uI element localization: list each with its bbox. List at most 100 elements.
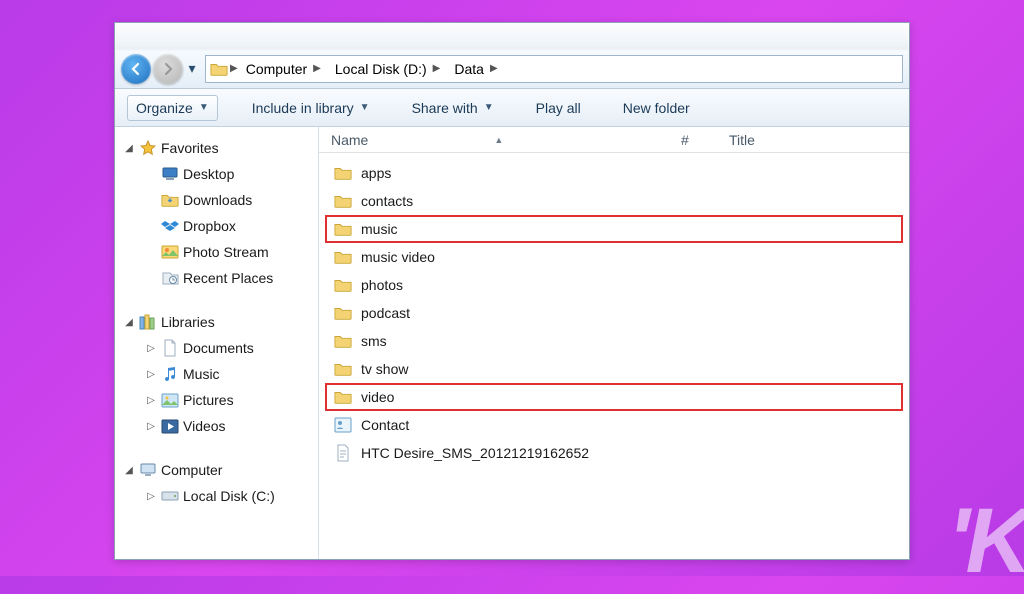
sidebar-item-music[interactable]: ▷Music	[115, 361, 318, 387]
file-item-photos[interactable]: photos	[325, 271, 903, 299]
dropbox-icon	[161, 217, 179, 235]
file-name: music	[361, 221, 398, 237]
file-name: podcast	[361, 305, 410, 321]
include-in-library-button[interactable]: Include in library ▼	[244, 96, 378, 120]
breadcrumb-segment[interactable]: Computer ▶	[240, 56, 327, 82]
share-with-button[interactable]: Share with ▼	[404, 96, 502, 120]
file-item-video[interactable]: video	[325, 383, 903, 411]
file-item-htc-desire-sms-20121219162652[interactable]: HTC Desire_SMS_20121219162652	[325, 439, 903, 467]
sidebar-item-documents[interactable]: ▷ Documents	[115, 335, 318, 361]
folder-icon	[333, 332, 353, 350]
include-label: Include in library	[252, 100, 354, 116]
file-name: sms	[361, 333, 387, 349]
organize-button[interactable]: Organize ▼	[127, 95, 218, 121]
file-item-contact[interactable]: Contact	[325, 411, 903, 439]
textfile-icon	[333, 444, 353, 462]
expand-icon[interactable]: ▷	[145, 395, 157, 406]
forward-button[interactable]	[153, 54, 183, 84]
folder-icon	[333, 164, 353, 182]
watermark: 'K	[948, 489, 1024, 594]
address-bar: ▾ ▶ Computer ▶ Local Disk (D:) ▶ Data ▶	[115, 49, 909, 89]
file-item-music-video[interactable]: music video	[325, 243, 903, 271]
sort-asc-icon: ▲	[374, 135, 503, 145]
back-button[interactable]	[121, 54, 151, 84]
favorites-header[interactable]: ◢ Favorites	[115, 135, 318, 161]
downloads-icon	[161, 191, 179, 209]
nav-history-dropdown[interactable]: ▾	[185, 60, 199, 77]
libraries-label: Libraries	[161, 314, 215, 330]
file-list-pane: Name ▲ # Title apps contacts music music vi…	[319, 127, 909, 559]
file-name: tv show	[361, 361, 408, 377]
star-icon	[139, 139, 157, 157]
new-folder-button[interactable]: New folder	[615, 96, 698, 120]
folder-icon	[333, 276, 353, 294]
sidebar-item-label: Dropbox	[183, 218, 236, 234]
sidebar-item-label: Pictures	[183, 392, 234, 408]
pictures-icon	[161, 391, 179, 409]
sidebar-item-label: Recent Places	[183, 270, 273, 286]
recent-icon	[161, 269, 179, 287]
computer-icon	[139, 461, 157, 479]
file-item-sms[interactable]: sms	[325, 327, 903, 355]
play-all-button[interactable]: Play all	[528, 96, 589, 120]
column-header-name[interactable]: Name ▲	[331, 132, 681, 148]
file-item-apps[interactable]: apps	[325, 159, 903, 187]
sidebar-item-label: Photo Stream	[183, 244, 269, 260]
breadcrumb-label: Local Disk (D:)	[335, 61, 427, 77]
contact-icon	[333, 416, 353, 434]
command-bar: Organize ▼ Include in library ▼ Share wi…	[115, 89, 909, 127]
sidebar-item-pictures[interactable]: ▷ Pictures	[115, 387, 318, 413]
breadcrumb-segment[interactable]: Local Disk (D:) ▶	[329, 56, 447, 82]
file-item-tv-show[interactable]: tv show	[325, 355, 903, 383]
sidebar-item-label: Local Disk (C:)	[183, 488, 275, 504]
expand-icon[interactable]: ▷	[145, 421, 157, 432]
sidebar-item-desktop[interactable]: Desktop	[115, 161, 318, 187]
computer-group: ◢ Computer ▷ Local Disk (C:)	[115, 457, 318, 509]
file-name: contacts	[361, 193, 413, 209]
computer-header[interactable]: ◢ Computer	[115, 457, 318, 483]
sidebar-item-label: Downloads	[183, 192, 252, 208]
collapse-icon[interactable]: ◢	[123, 143, 135, 154]
expand-icon[interactable]: ▷	[145, 369, 157, 380]
chevron-right-icon: ▶	[433, 63, 441, 74]
breadcrumb[interactable]: ▶ Computer ▶ Local Disk (D:) ▶ Data ▶	[205, 55, 903, 83]
libraries-header[interactable]: ◢ Libraries	[115, 309, 318, 335]
sidebar-item-label: Videos	[183, 418, 226, 434]
collapse-icon[interactable]: ◢	[123, 317, 135, 328]
breadcrumb-label: Computer	[246, 61, 307, 77]
breadcrumb-segment[interactable]: Data ▶	[448, 56, 503, 82]
file-name: Contact	[361, 417, 409, 433]
chevron-right-icon: ▶	[490, 63, 498, 74]
folder-icon	[333, 388, 353, 406]
expand-icon[interactable]: ▷	[145, 491, 157, 502]
column-header-title[interactable]: Title	[729, 132, 909, 148]
chevron-right-icon: ▶	[313, 63, 321, 74]
file-item-contacts[interactable]: contacts	[325, 187, 903, 215]
computer-label: Computer	[161, 462, 222, 478]
expand-icon[interactable]: ▷	[145, 343, 157, 354]
collapse-icon[interactable]: ◢	[123, 465, 135, 476]
file-name: video	[361, 389, 394, 405]
explorer-body: ◢ Favorites Desktop Downloads Dropbox Photo…	[115, 127, 909, 559]
folder-icon	[210, 61, 228, 77]
sidebar-item-videos[interactable]: ▷ Videos	[115, 413, 318, 439]
libraries-group: ◢ Libraries ▷Documents▷Music▷Pictures▷Vi…	[115, 309, 318, 439]
sidebar-item-photo-stream[interactable]: Photo Stream	[115, 239, 318, 265]
sidebar-item-recent-places[interactable]: Recent Places	[115, 265, 318, 291]
column-header-number[interactable]: #	[681, 132, 729, 148]
sidebar-item-label: Documents	[183, 340, 254, 356]
folder-icon	[333, 360, 353, 378]
col-title-label: Title	[729, 132, 755, 148]
sidebar-item-downloads[interactable]: Downloads	[115, 187, 318, 213]
chevron-right-icon: ▶	[230, 63, 238, 74]
explorer-window: ▾ ▶ Computer ▶ Local Disk (D:) ▶ Data ▶ …	[114, 22, 910, 560]
videos-icon	[161, 417, 179, 435]
file-item-podcast[interactable]: podcast	[325, 299, 903, 327]
playall-label: Play all	[536, 100, 581, 116]
column-headers: Name ▲ # Title	[319, 127, 909, 153]
newfolder-label: New folder	[623, 100, 690, 116]
sidebar-item-local-disk-c-[interactable]: ▷ Local Disk (C:)	[115, 483, 318, 509]
sidebar-item-dropbox[interactable]: Dropbox	[115, 213, 318, 239]
file-item-music[interactable]: music	[325, 215, 903, 243]
sidebar-item-label: Desktop	[183, 166, 234, 182]
